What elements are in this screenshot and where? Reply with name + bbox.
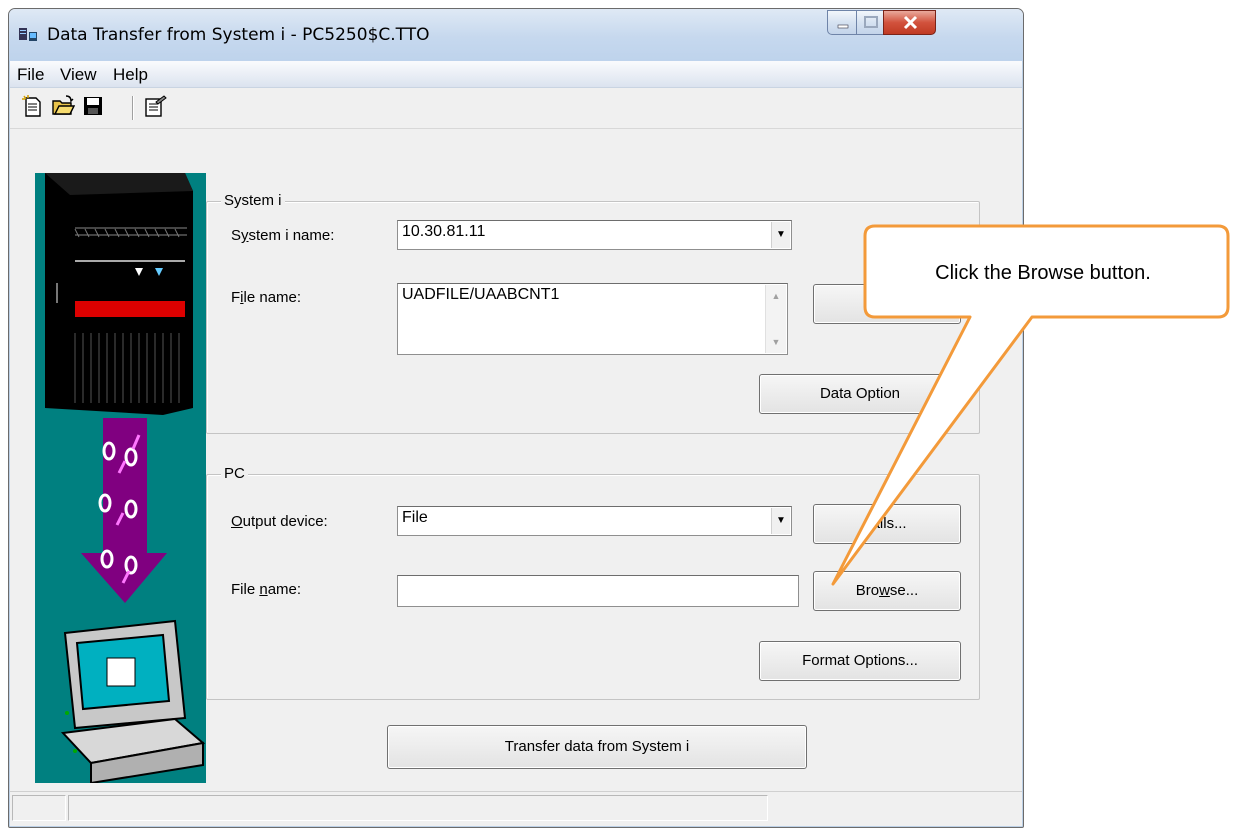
close-icon <box>903 15 918 30</box>
close-button[interactable] <box>883 10 936 35</box>
system-i-name-combobox[interactable]: 10.30.81.11 ▼ <box>397 220 792 250</box>
format-options-button[interactable]: Format Options... <box>759 641 961 681</box>
pc-browse-button[interactable]: Browse... <box>813 571 961 611</box>
system-i-name-value: 10.30.81.11 <box>402 223 486 240</box>
open-icon[interactable] <box>51 94 75 118</box>
callout-text: Click the Browse button. <box>935 262 1151 284</box>
transfer-data-button[interactable]: Transfer data from System i <box>387 725 807 769</box>
system-i-file-name-textarea[interactable]: UADFILE/UAABCNT1 ▲ ▼ <box>397 283 788 355</box>
pc-file-name-label: File name: <box>231 581 302 598</box>
app-icon <box>19 28 37 41</box>
maximize-button[interactable] <box>856 10 884 35</box>
output-device-combobox[interactable]: File ▼ <box>397 506 792 536</box>
menu-bar: File View Help <box>10 61 1022 88</box>
system-i-name-label: System i name: <box>231 227 335 244</box>
minimize-button[interactable] <box>827 10 857 35</box>
output-device-label: Output device: <box>231 513 328 530</box>
chevron-down-icon[interactable]: ▼ <box>771 222 790 248</box>
menu-view[interactable]: View <box>60 65 97 85</box>
window-title: Data Transfer from System i - PC5250$C.T… <box>47 25 430 45</box>
title-bar[interactable]: Data Transfer from System i - PC5250$C.T… <box>9 9 1023 61</box>
pc-file-name-input[interactable] <box>397 575 799 607</box>
status-bar <box>10 791 1022 826</box>
file-name-scrollbar[interactable]: ▲ ▼ <box>765 285 786 353</box>
system-i-group-label: System i <box>221 192 285 209</box>
properties-icon[interactable] <box>144 94 168 118</box>
server-image <box>45 173 193 415</box>
toolbar <box>10 88 1022 129</box>
system-i-file-name-value: UADFILE/UAABCNT1 <box>402 286 560 303</box>
details-button[interactable]: tails... <box>813 504 961 544</box>
status-pane-2 <box>68 795 768 821</box>
system-i-browse-button[interactable]: B <box>813 284 961 324</box>
system-i-file-name-label: File name: <box>231 289 302 306</box>
menu-file[interactable]: File <box>17 65 44 85</box>
new-request-icon[interactable] <box>21 94 45 118</box>
minimize-icon <box>837 24 849 29</box>
scroll-up-icon[interactable]: ▲ <box>766 291 786 301</box>
toolbar-separator <box>132 96 133 120</box>
scroll-down-icon[interactable]: ▼ <box>766 337 786 347</box>
data-options-button[interactable]: Data Option <box>759 374 961 414</box>
data-transfer-window: Data Transfer from System i - PC5250$C.T… <box>8 8 1024 828</box>
chevron-down-icon[interactable]: ▼ <box>771 508 790 534</box>
status-pane-1 <box>12 795 66 821</box>
output-device-value: File <box>402 509 428 526</box>
maximize-icon <box>864 16 878 28</box>
pc-group-label: PC <box>221 465 248 482</box>
save-icon[interactable] <box>81 94 105 118</box>
menu-help[interactable]: Help <box>113 65 148 85</box>
transfer-illustration <box>35 173 206 783</box>
